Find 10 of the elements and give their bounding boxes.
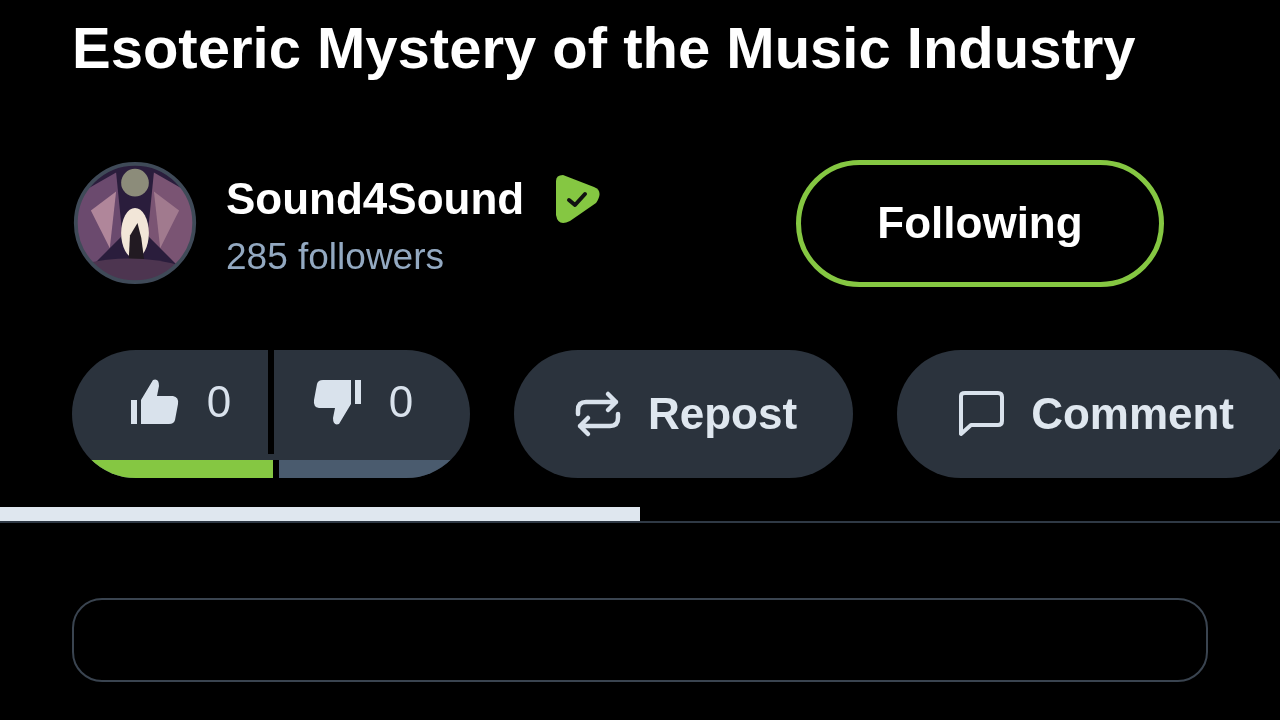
follower-count: 285 followers	[226, 236, 445, 278]
channel-name[interactable]: Sound4Sound	[226, 174, 525, 224]
dislike-button[interactable]: 0	[274, 350, 470, 454]
comment-button[interactable]: Comment	[897, 350, 1280, 478]
video-title: Esoteric Mystery of the Music Industry	[72, 14, 1137, 82]
follow-button[interactable]: Following	[796, 159, 1164, 287]
like-count: 0	[206, 377, 232, 427]
repost-button[interactable]: Repost	[514, 350, 854, 478]
dislike-count: 0	[388, 377, 414, 427]
like-button[interactable]: 0	[72, 350, 268, 454]
